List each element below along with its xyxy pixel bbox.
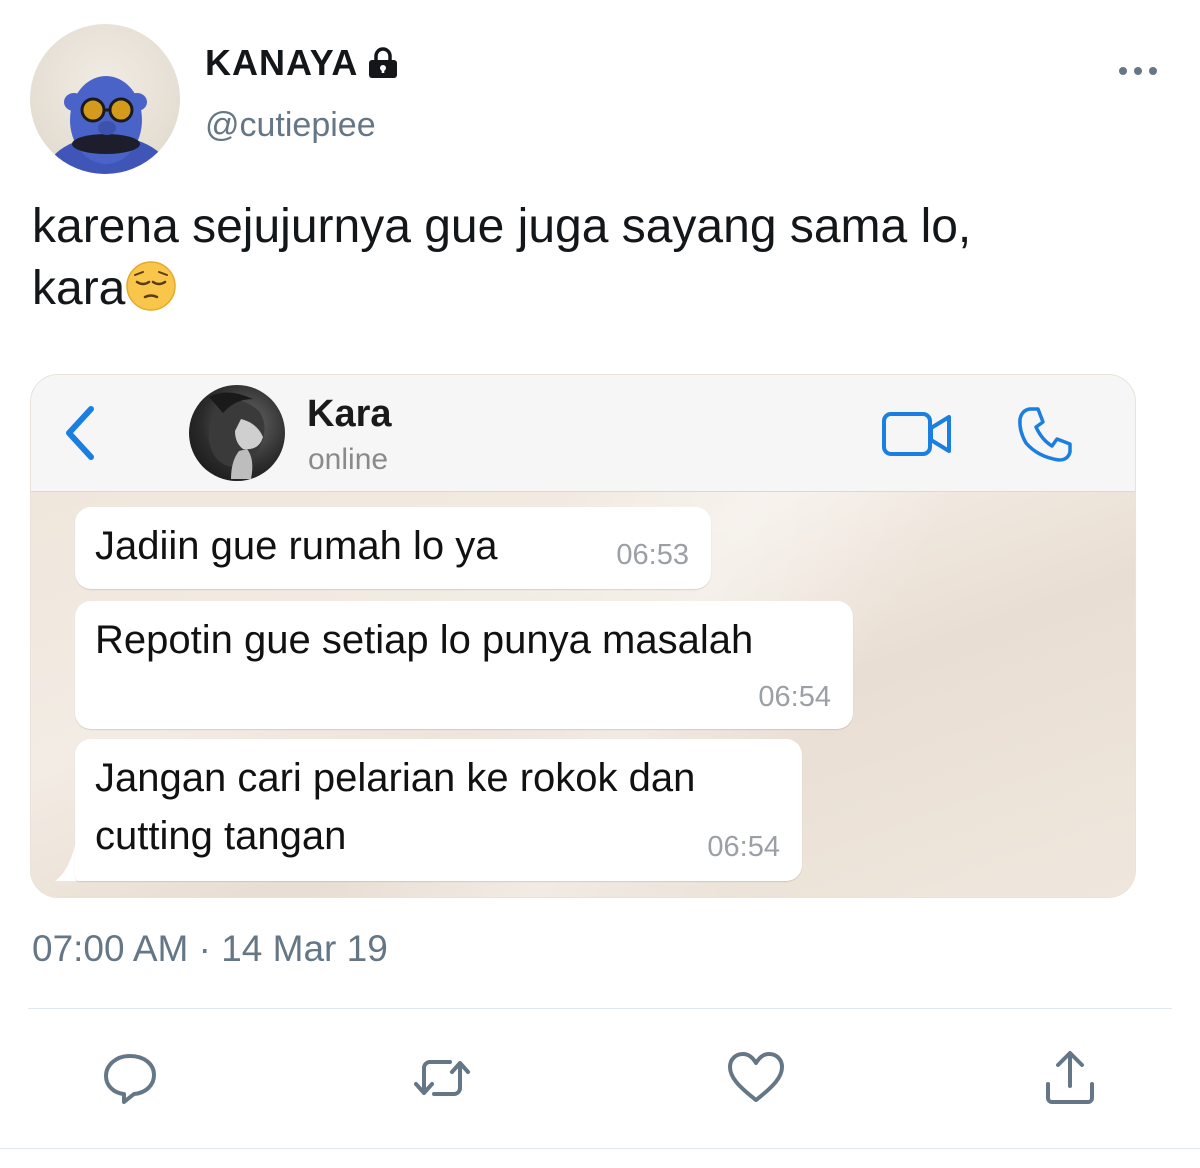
- tweet-text: karena sejujurnya gue juga sayang sama l…: [32, 196, 1152, 320]
- profile-avatar[interactable]: [30, 24, 180, 174]
- retweet-icon[interactable]: [410, 1046, 474, 1110]
- tweet-text-line-2-text: kara: [32, 262, 126, 315]
- tweet-text-line-2: kara: [32, 258, 1152, 320]
- attached-chat-screenshot[interactable]: Kara online Jadiin gue rumah lo ya 06:53…: [30, 374, 1136, 898]
- chevron-left-icon[interactable]: [61, 403, 101, 463]
- reply-icon[interactable]: [98, 1046, 162, 1110]
- heart-icon[interactable]: [724, 1046, 788, 1110]
- video-camera-icon[interactable]: [881, 409, 953, 459]
- contact-name[interactable]: Kara: [307, 393, 392, 436]
- message-time: 06:53: [616, 539, 689, 571]
- message-text: Jadiin gue rumah lo ya: [95, 524, 498, 568]
- chat-header: Kara online: [31, 375, 1135, 492]
- tweet-text-line-1: karena sejujurnya gue juga sayang sama l…: [32, 200, 972, 253]
- lock-icon: [369, 47, 398, 78]
- bottom-divider: [0, 1148, 1200, 1149]
- message-bubble[interactable]: Jangan cari pelarian ke rokok dan cuttin…: [75, 739, 802, 881]
- share-icon[interactable]: [1038, 1046, 1102, 1110]
- display-name[interactable]: KANAYA: [205, 42, 358, 84]
- tweet-timestamp[interactable]: 07:00 AM · 14 Mar 19: [32, 928, 388, 970]
- display-name-row: KANAYA: [205, 42, 400, 84]
- message-text: Jangan cari pelarian ke rokok dan cuttin…: [95, 756, 696, 858]
- message-bubble[interactable]: Repotin gue setiap lo punya masalah 06:5…: [75, 601, 853, 729]
- more-horizontal-icon[interactable]: [1117, 58, 1161, 84]
- message-text: Repotin gue setiap lo punya masalah: [95, 618, 754, 662]
- contact-avatar-image: [208, 392, 265, 479]
- message-bubble[interactable]: Jadiin gue rumah lo ya 06:53: [75, 507, 711, 589]
- contact-status: online: [308, 443, 389, 476]
- divider: [28, 1008, 1172, 1009]
- pensive-face-emoji: [126, 261, 177, 311]
- contact-avatar[interactable]: [189, 385, 285, 481]
- message-time: 06:54: [758, 681, 831, 713]
- user-handle[interactable]: @cutiepiee: [205, 106, 376, 145]
- avatar-image: [46, 76, 170, 174]
- message-time: 06:54: [707, 831, 780, 863]
- phone-icon[interactable]: [1016, 405, 1074, 463]
